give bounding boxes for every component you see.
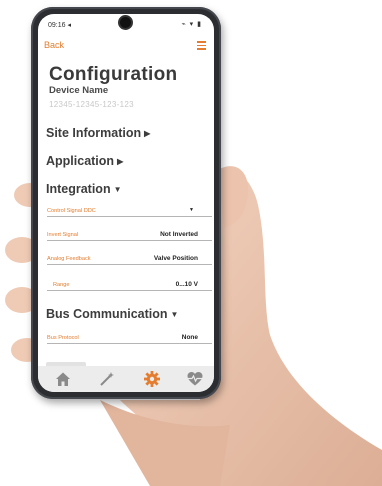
section-bus-communication[interactable]: Bus Communication ▼ <box>46 307 178 321</box>
heart-pulse-icon[interactable] <box>186 370 204 388</box>
range-select[interactable]: Range 0...10 V <box>47 276 212 291</box>
phone-screen: 09:16 ◂ ⌁ ▾ ▮ Back Configuration Device … <box>38 14 214 392</box>
section-label: Integration <box>46 182 111 196</box>
caret-down-icon: ▼ <box>170 310 179 319</box>
field-value: Valve Position <box>153 255 198 262</box>
field-label: Bus Protocol <box>47 335 79 341</box>
caret-right-icon: ▶ <box>117 157 124 166</box>
section-label: Bus Communication <box>46 307 168 321</box>
back-button[interactable]: Back <box>44 40 64 50</box>
field-label: Range <box>53 282 70 288</box>
status-time: 09:16 ◂ <box>48 22 71 29</box>
field-label: Invert Signal <box>47 232 79 238</box>
field-label: Control Signal DDC <box>47 208 96 214</box>
field-label: Analog Feedback <box>47 256 91 262</box>
section-integration[interactable]: Integration ▼ <box>46 182 122 196</box>
device-name-label: Device Name <box>49 85 109 96</box>
page-title: Configuration <box>49 64 178 85</box>
dropdown-arrow-icon: ▼ <box>189 207 194 213</box>
gear-icon[interactable] <box>143 370 161 388</box>
section-label: Application <box>46 154 115 168</box>
hamburger-menu-icon[interactable] <box>197 41 206 50</box>
section-label: Site Information <box>46 126 142 140</box>
field-value: 0...10 V <box>175 281 198 288</box>
field-value: Not Inverted <box>160 231 198 238</box>
invert-signal-select[interactable]: Invert Signal Not Inverted <box>47 226 212 241</box>
control-signal-ddc-select[interactable]: Control Signal DDC ▼ <box>47 202 212 217</box>
top-bar: Back <box>38 38 214 54</box>
caret-down-icon: ▼ <box>113 185 122 194</box>
bus-protocol-select[interactable]: Bus Protocol None <box>47 329 212 344</box>
section-application[interactable]: Application ▶ <box>46 154 123 168</box>
home-icon[interactable] <box>54 370 72 388</box>
field-value: None <box>181 334 198 341</box>
camera-hole <box>120 17 131 28</box>
status-icons: ⌁ ▾ ▮ <box>181 21 202 28</box>
caret-right-icon: ▶ <box>144 129 151 138</box>
device-id-value: 12345-12345-123-123 <box>49 100 134 109</box>
bottom-tab-bar <box>38 366 214 392</box>
wand-icon[interactable] <box>98 370 116 388</box>
section-site-information[interactable]: Site Information ▶ <box>46 126 150 140</box>
analog-feedback-select[interactable]: Analog Feedback Valve Position <box>47 250 212 265</box>
